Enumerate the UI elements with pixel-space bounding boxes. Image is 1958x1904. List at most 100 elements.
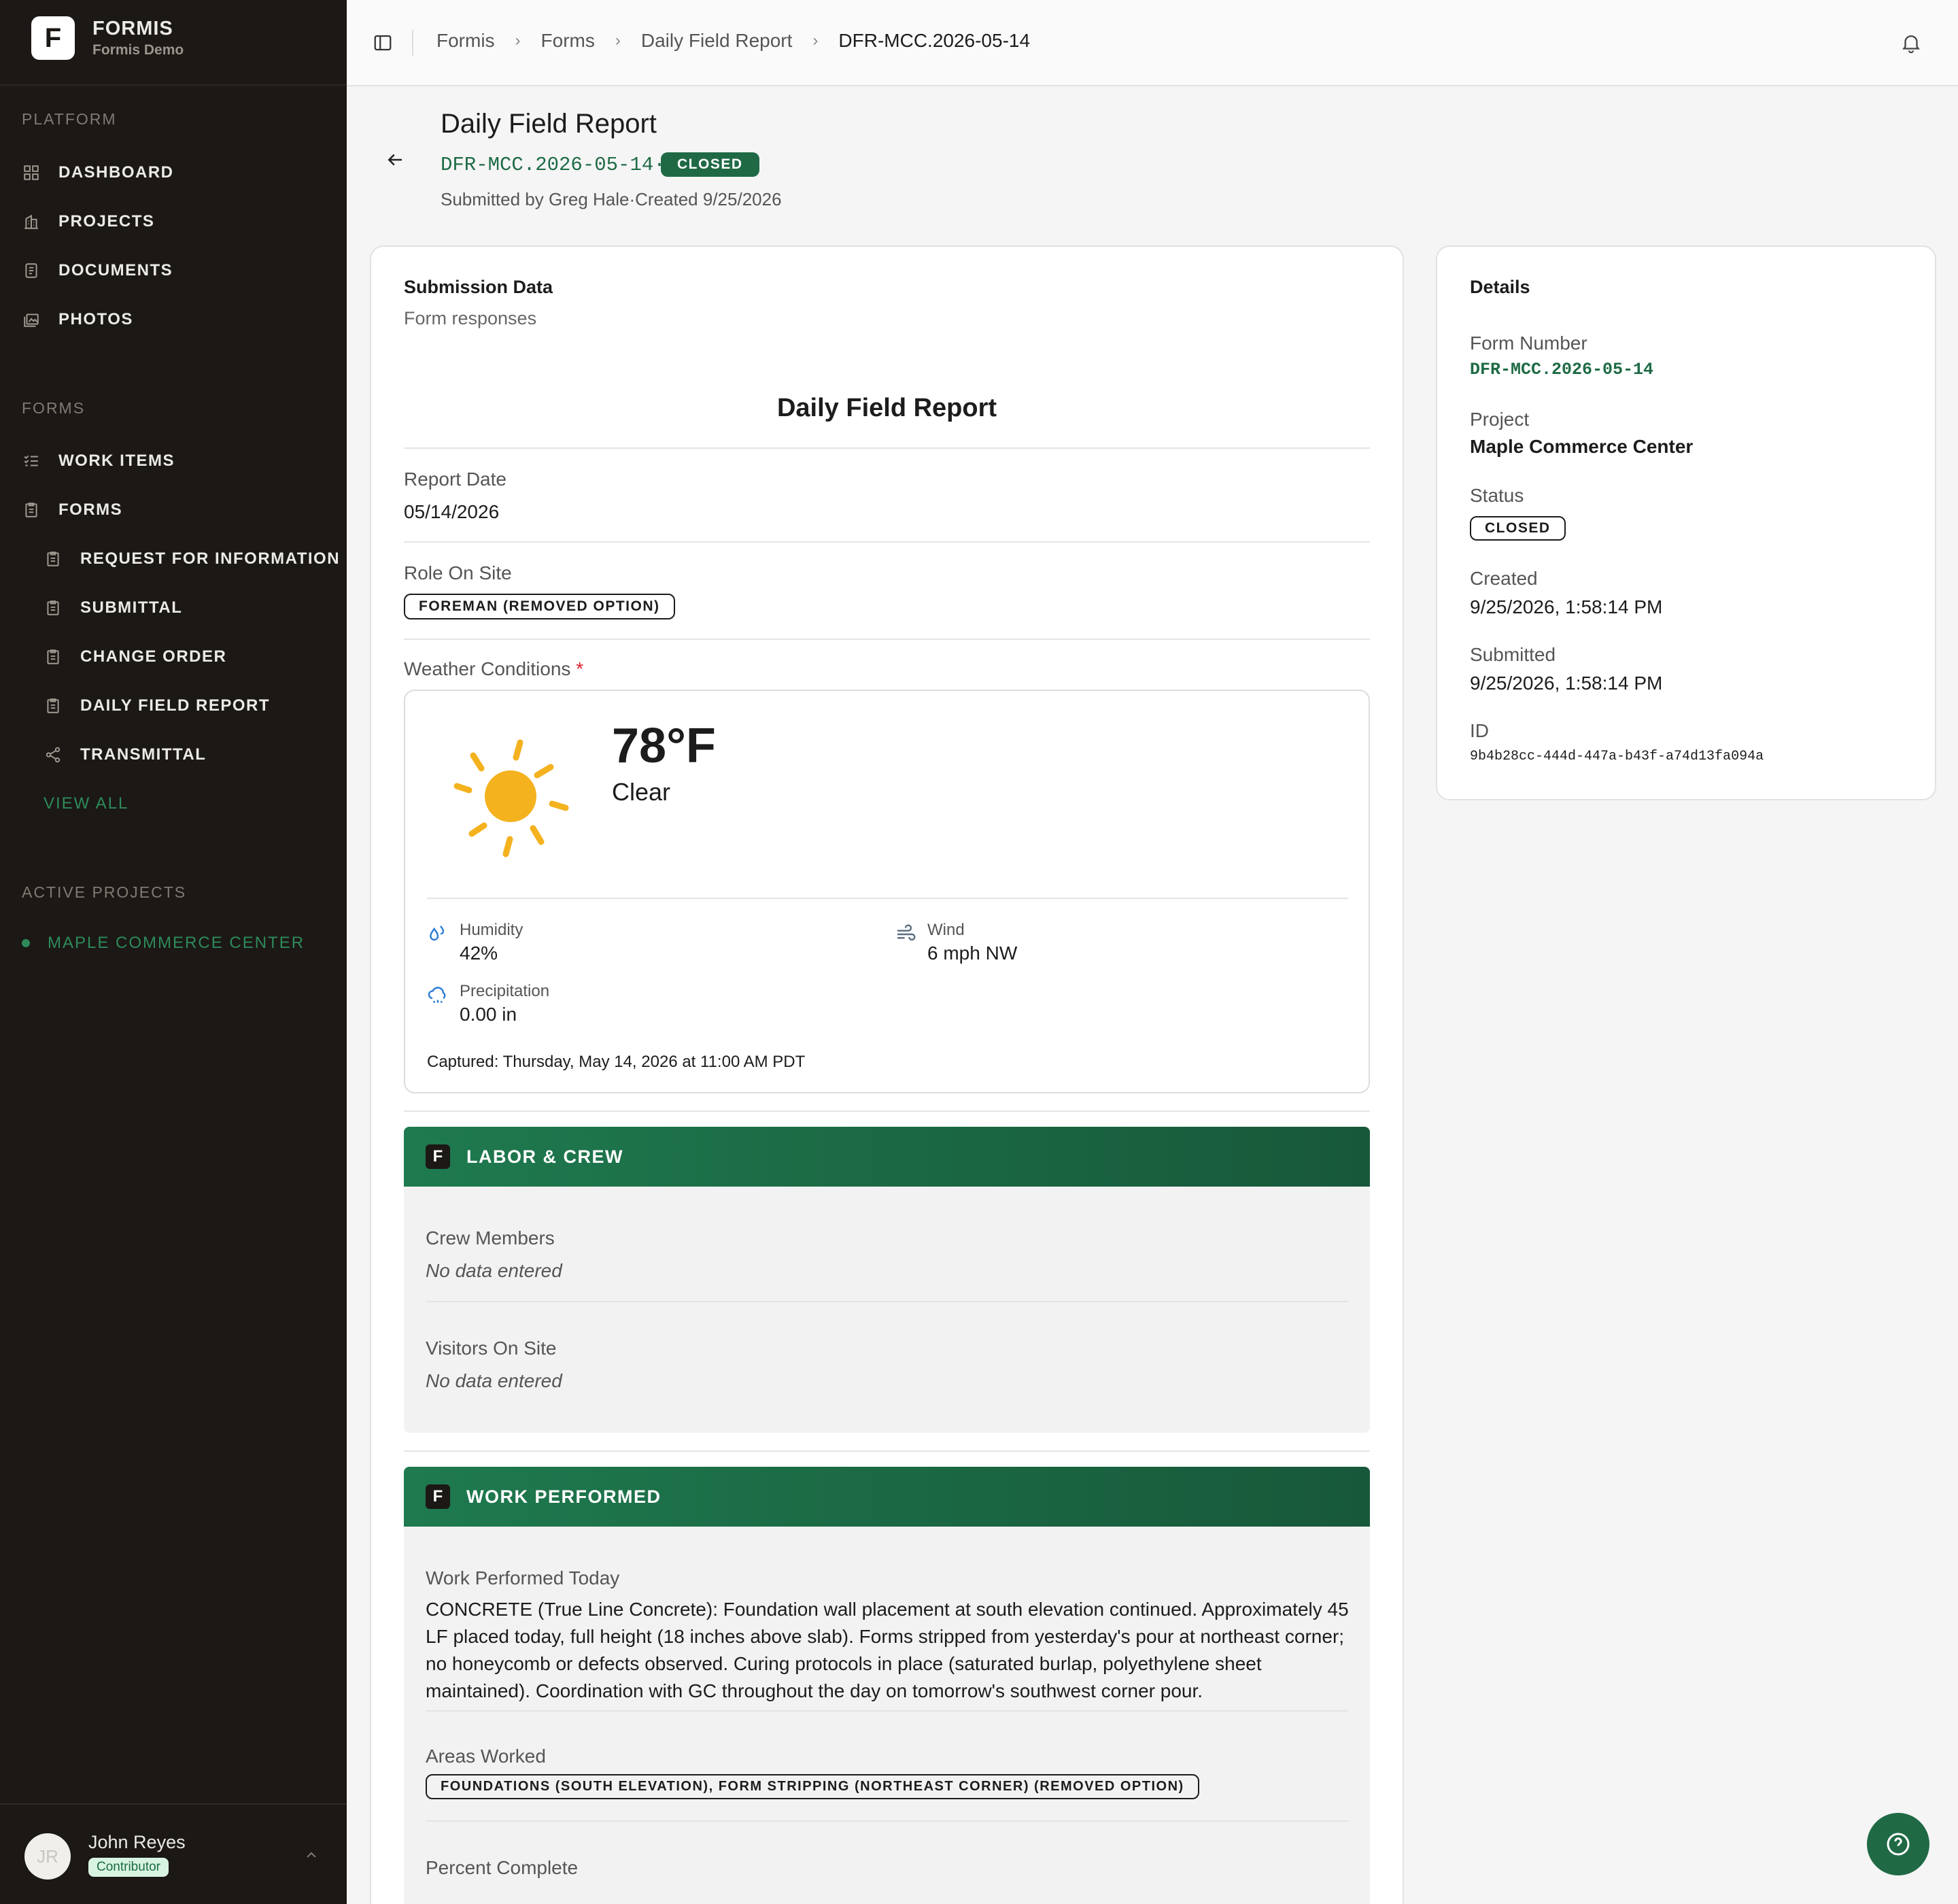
- share-icon: [44, 745, 63, 764]
- sidebar-item-forms[interactable]: FORMS: [22, 496, 122, 524]
- breadcrumb-formis[interactable]: Formis: [436, 30, 495, 52]
- divider: [426, 1301, 1348, 1302]
- field-value-work-today: CONCRETE (True Line Concrete): Foundatio…: [426, 1599, 1349, 1701]
- weather-label-text: Weather Conditions: [404, 658, 571, 679]
- user-role-badge: Contributor: [88, 1858, 169, 1877]
- chevron-right-icon: ›: [515, 31, 521, 50]
- section-title: LABOR & CREW: [466, 1146, 623, 1167]
- droplets-icon: [430, 925, 445, 941]
- role-tag: FOREMAN (REMOVED OPTION): [404, 594, 675, 619]
- sidebar-item-label: FORMS: [58, 500, 123, 519]
- user-menu[interactable]: JR John Reyes Contributor: [0, 1803, 347, 1904]
- project-status-dot: [22, 939, 30, 947]
- separator-dot: ·: [629, 189, 636, 209]
- field-label-work-today: Work Performed Today: [426, 1567, 620, 1588]
- wind-value: 6 mph NW: [927, 942, 1018, 964]
- weather-widget: 78°F Clear Humidity 42% Wind 6 mph NW Prec…: [404, 690, 1370, 1093]
- sidebar-item-label: TRANSMITTAL: [80, 745, 207, 764]
- detail-label-created: Created: [1470, 568, 1538, 589]
- detail-value-project[interactable]: Maple Commerce Center: [1470, 436, 1693, 458]
- breadcrumb-current: DFR-MCC.2026-05-14: [838, 30, 1031, 51]
- sidebar-item-photos[interactable]: PHOTOS: [22, 306, 133, 333]
- toggle-sidebar-icon[interactable]: [373, 33, 393, 53]
- building-icon: [22, 212, 41, 231]
- required-marker: *: [576, 658, 584, 679]
- divider: [404, 1450, 1370, 1452]
- detail-label-form-number: Form Number: [1470, 333, 1587, 354]
- card-subtitle: Form responses: [404, 308, 537, 328]
- card-title: Submission Data: [404, 277, 553, 297]
- form-number: DFR-MCC.2026-05-14·: [441, 154, 666, 176]
- brand[interactable]: F FORMIS Formis Demo: [0, 0, 347, 86]
- humidity-label: Humidity: [460, 921, 523, 939]
- sidebar-item-daily-field-report[interactable]: DAILY FIELD REPORT: [44, 692, 270, 719]
- sidebar-item-label: CHANGE ORDER: [80, 647, 227, 666]
- field-label-crew-members: Crew Members: [426, 1227, 555, 1248]
- precipitation-value: 0.00 in: [460, 1004, 517, 1025]
- help-icon: [1887, 1833, 1910, 1856]
- bell-icon[interactable]: [1900, 31, 1923, 54]
- field-value-visitors: No data entered: [426, 1370, 562, 1391]
- field-label-report-date: Report Date: [404, 469, 506, 490]
- field-label-areas-worked: Areas Worked: [426, 1746, 546, 1767]
- sidebar-item-label: SUBMITTAL: [80, 598, 183, 617]
- field-label-percent-complete: Percent Complete: [426, 1857, 579, 1878]
- breadcrumb-forms[interactable]: Forms: [541, 30, 595, 52]
- section-title-platform: PLATFORM: [22, 110, 117, 128]
- divider: [426, 1710, 1348, 1712]
- divider: [404, 541, 1370, 543]
- cloud-rain-icon: [428, 987, 446, 1003]
- field-value-report-date: 05/14/2026: [404, 501, 500, 522]
- clipboard-icon: [44, 549, 63, 568]
- detail-label-status: Status: [1470, 485, 1524, 506]
- document-icon: [22, 261, 41, 280]
- section-body-work-performed: Work Performed Today CONCRETE (True Line…: [404, 1527, 1370, 1904]
- sidebar-item-submittal[interactable]: SUBMITTAL: [44, 594, 182, 622]
- breadcrumb: Formis › Forms › Daily Field Report › DF…: [436, 30, 1030, 52]
- grid-icon: [22, 163, 41, 182]
- back-arrow-icon[interactable]: [385, 150, 405, 170]
- sidebar-item-dashboard[interactable]: DASHBOARD: [22, 159, 174, 186]
- detail-value-submitted: 9/25/2026, 1:58:14 PM: [1470, 673, 1663, 694]
- clipboard-icon: [44, 647, 63, 666]
- sidebar-item-label: DOCUMENTS: [58, 261, 173, 279]
- section-header-labor-crew: F LABOR & CREW: [404, 1127, 1370, 1187]
- sidebar-item-projects[interactable]: PROJECTS: [22, 208, 154, 235]
- clipboard-icon: [44, 598, 63, 617]
- detail-label-project: Project: [1470, 409, 1530, 430]
- divider: [427, 898, 1348, 899]
- temperature: 78°F: [612, 719, 716, 773]
- checklist-icon: [22, 452, 41, 471]
- sidebar-item-change-order[interactable]: CHANGE ORDER: [44, 643, 226, 670]
- status-badge-outline: CLOSED: [1470, 516, 1566, 541]
- sidebar-item-request-for-information[interactable]: REQUEST FOR INFORMATION: [44, 545, 340, 573]
- field-label-role-on-site: Role On Site: [404, 562, 512, 583]
- wind-icon: [897, 924, 916, 941]
- detail-value-created: 9/25/2026, 1:58:14 PM: [1470, 596, 1663, 617]
- breadcrumb-daily-field-report[interactable]: Daily Field Report: [641, 30, 793, 52]
- chevron-up-icon[interactable]: [303, 1847, 320, 1863]
- view-all-link[interactable]: VIEW ALL: [44, 794, 128, 813]
- card-title: Details: [1470, 277, 1530, 297]
- section-title-active-projects: ACTIVE PROJECTS: [22, 883, 187, 901]
- brand-subtitle: Formis Demo: [92, 42, 184, 58]
- sidebar-item-work-items[interactable]: WORK ITEMS: [22, 447, 175, 475]
- divider: [404, 1110, 1370, 1112]
- precipitation-stat: Precipitation 0.00 in: [427, 982, 549, 1025]
- divider: [426, 1820, 1348, 1822]
- wind-stat: Wind 6 mph NW: [895, 921, 1017, 964]
- active-project-item[interactable]: MAPLE COMMERCE CENTER: [22, 934, 305, 953]
- formis-logo: F: [31, 16, 75, 60]
- sidebar-item-documents[interactable]: DOCUMENTS: [22, 257, 173, 284]
- section-header-work-performed: F WORK PERFORMED: [404, 1467, 1370, 1527]
- sidebar: F FORMIS Formis Demo PLATFORM DASHBOARD …: [0, 0, 347, 1904]
- sidebar-item-label: WORK ITEMS: [58, 452, 175, 470]
- formis-logo-icon: F: [426, 1144, 450, 1169]
- section-title: WORK PERFORMED: [466, 1486, 662, 1507]
- form-title: Daily Field Report: [776, 394, 997, 422]
- detail-label-submitted: Submitted: [1470, 644, 1556, 665]
- sidebar-item-transmittal[interactable]: TRANSMITTAL: [44, 741, 206, 768]
- divider: [404, 447, 1370, 449]
- help-button[interactable]: [1867, 1813, 1929, 1875]
- detail-label-id: ID: [1470, 720, 1489, 741]
